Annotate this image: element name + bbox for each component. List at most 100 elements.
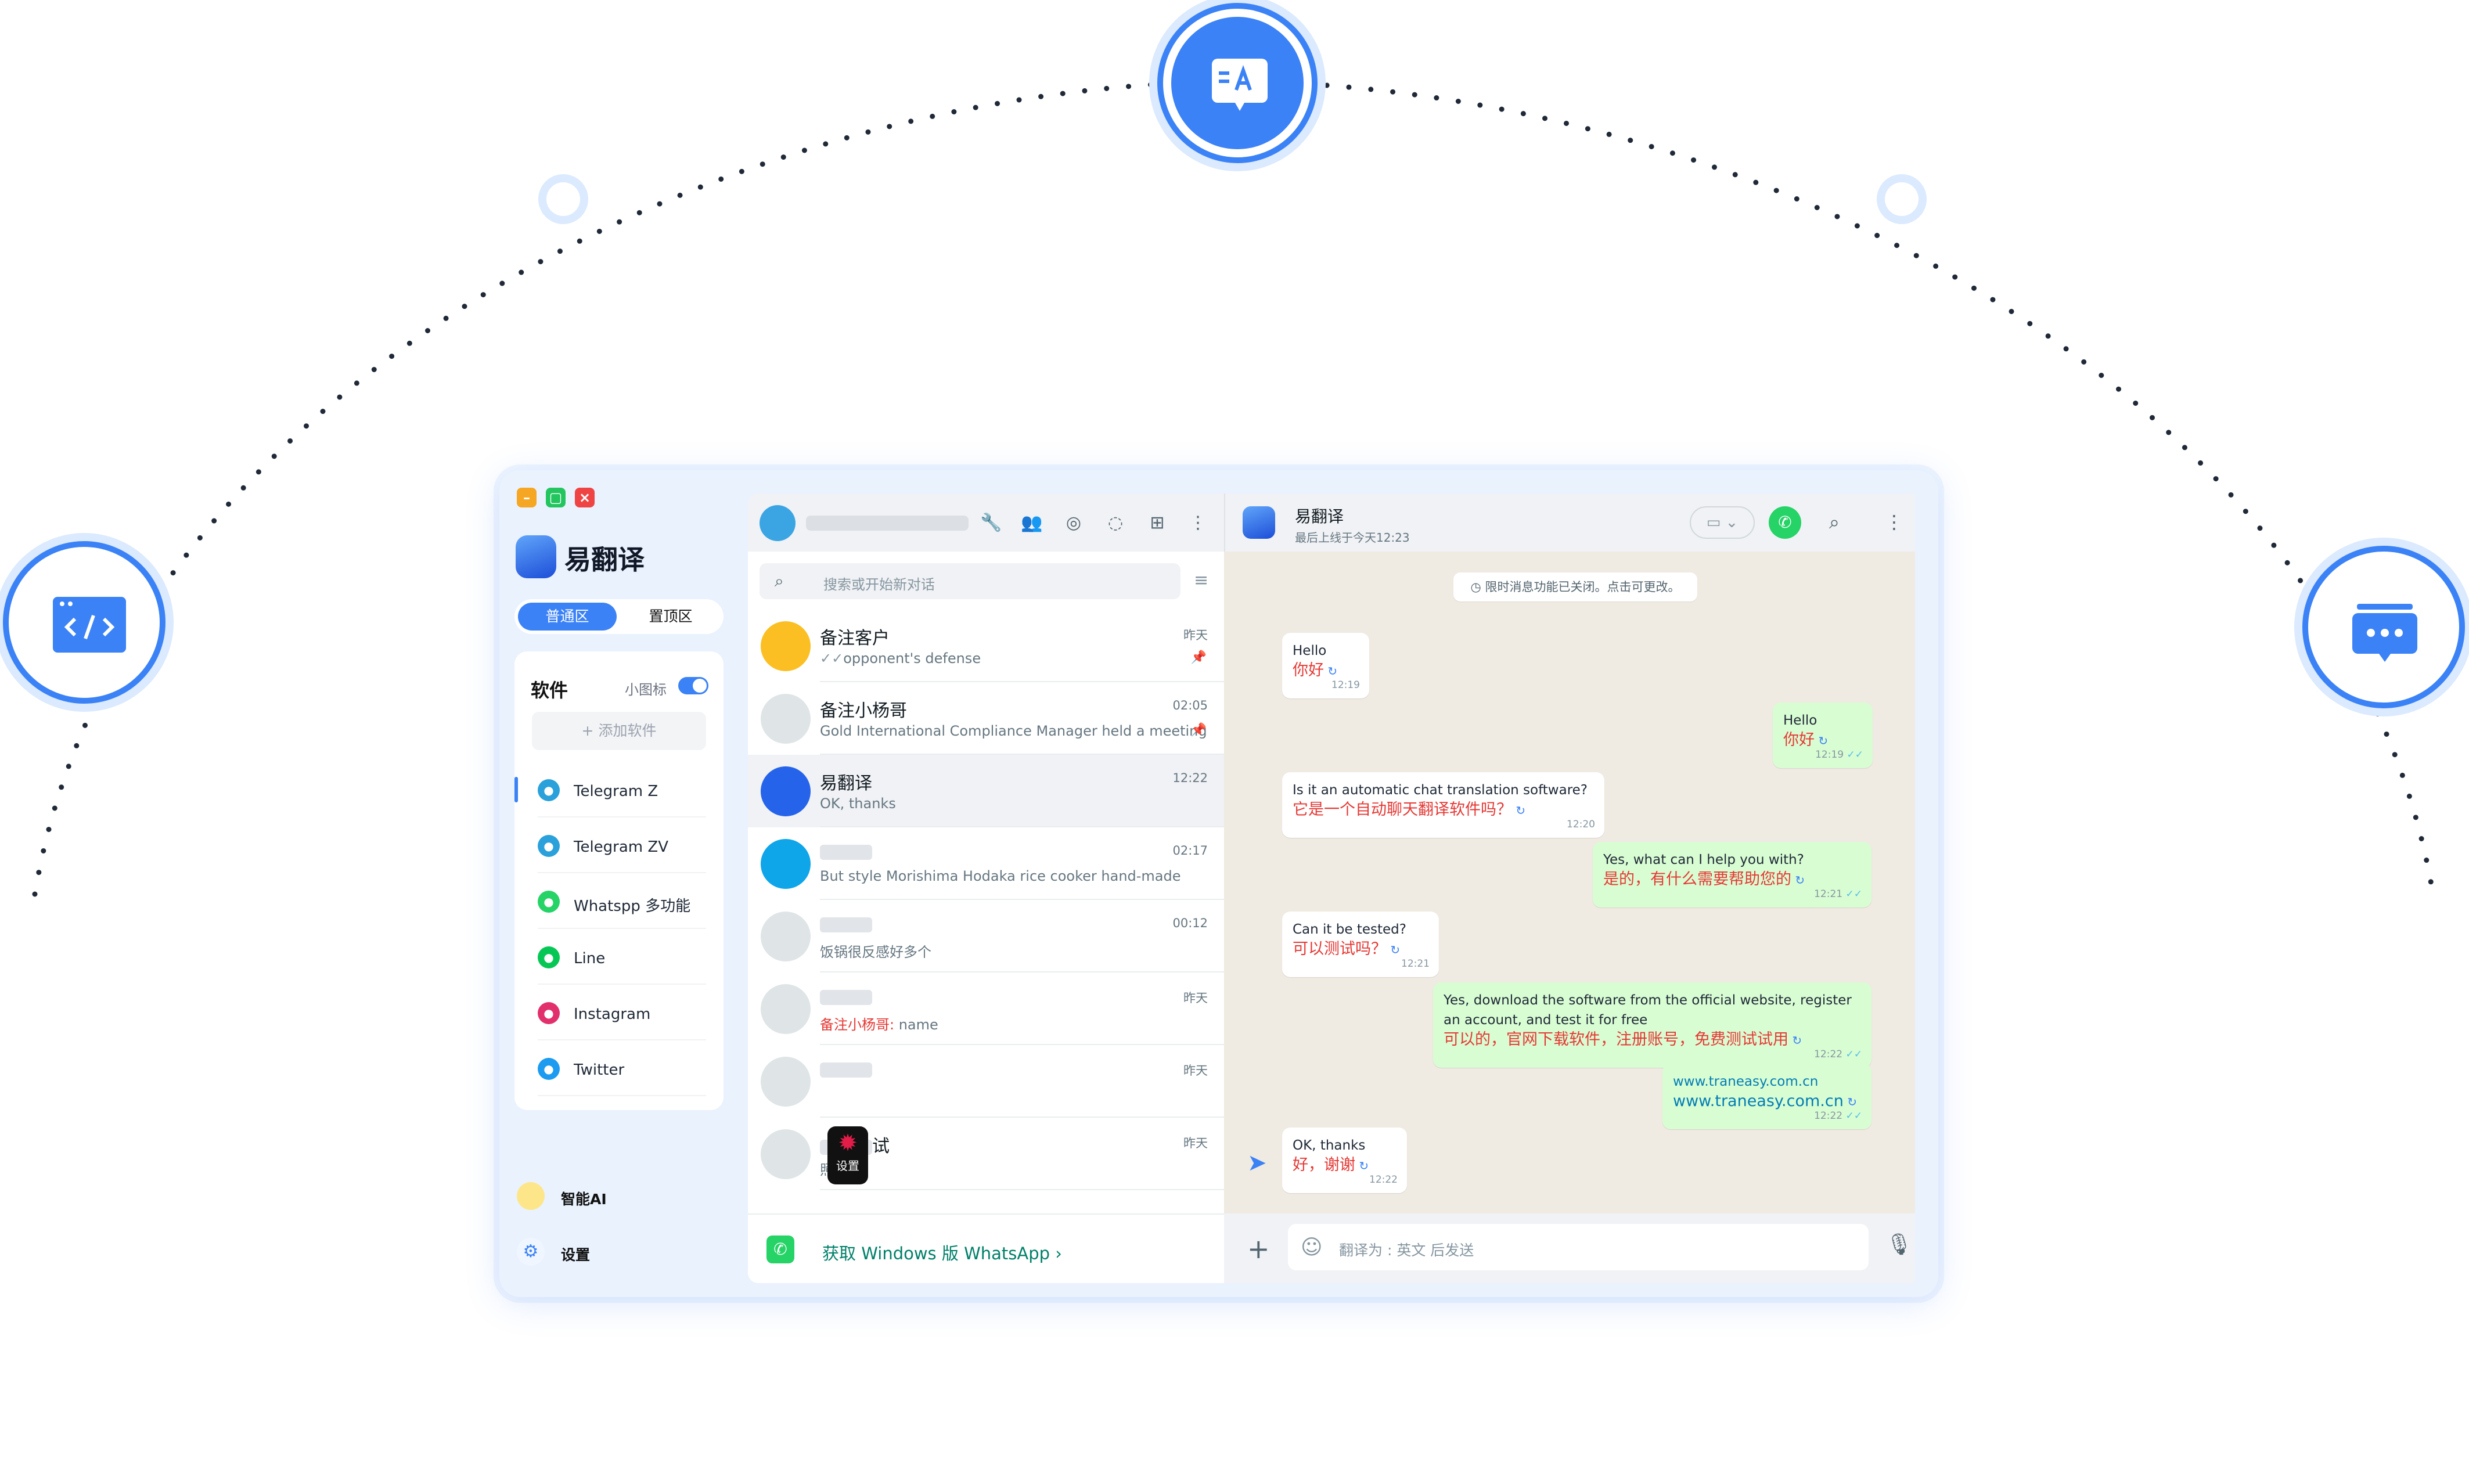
time-text: 12:22 bbox=[1369, 1174, 1398, 1186]
search-icon[interactable]: ⌕ bbox=[1829, 511, 1840, 534]
chat-time: 昨天 bbox=[1183, 991, 1208, 1005]
minimize-button[interactable]: – bbox=[517, 488, 537, 507]
channels-icon[interactable]: ◌ bbox=[1104, 512, 1126, 534]
filter-icon[interactable]: ≡ bbox=[1194, 570, 1208, 590]
communities-icon[interactable]: 👥 bbox=[1021, 512, 1043, 534]
avatar bbox=[761, 621, 811, 671]
settings-item[interactable]: ⚙ 设置 bbox=[517, 1234, 714, 1269]
outgoing-message[interactable]: Yes, download the software from the offi… bbox=[1433, 982, 1871, 1068]
read-check-icon: ✓✓ bbox=[1842, 888, 1862, 900]
software-item[interactable]: ● Instagram bbox=[514, 988, 724, 1040]
search-input[interactable]: 搜索或开始新对话 bbox=[823, 573, 935, 593]
get-whatsapp-link[interactable]: 获取 Windows 版 WhatsApp › bbox=[822, 1240, 1062, 1265]
contact-name[interactable]: 易翻译 bbox=[1295, 504, 1344, 527]
chat-time: 昨天 bbox=[1183, 1064, 1208, 1078]
chat-row[interactable]: 试照片昨天 bbox=[748, 1118, 1224, 1190]
time-text: 12:19 bbox=[1331, 679, 1360, 691]
tools-icon[interactable]: 🔧 bbox=[980, 512, 1002, 534]
gear-icon: ✹ bbox=[838, 1130, 858, 1157]
divider bbox=[538, 984, 706, 985]
search-box[interactable]: ⌕ 搜索或开始新对话 bbox=[760, 563, 1180, 599]
incoming-message[interactable]: Can it be tested? 可以测试吗？ ↻ 12:21 bbox=[1282, 912, 1439, 977]
message-time: 12:21 ✓✓ bbox=[1814, 884, 1862, 904]
telegram-icon: ● bbox=[538, 779, 560, 801]
message-placeholder: 翻译为 : 英文 后发送 bbox=[1339, 1242, 1474, 1259]
microphone-icon[interactable]: 🎙 bbox=[1886, 1232, 1913, 1256]
message-input[interactable]: ☺ 翻译为 : 英文 后发送 bbox=[1288, 1224, 1869, 1270]
chat-row[interactable]: 备注小杨哥 Gold International Compliance Manag… bbox=[748, 682, 1224, 755]
chat-row[interactable]: 备注小杨哥: name 昨天 bbox=[748, 972, 1224, 1045]
video-call-button[interactable]: ▭ ⌄ bbox=[1690, 506, 1755, 539]
software-label: Instagram bbox=[574, 1006, 651, 1023]
chat-row[interactable]: 备注客户 ✓✓opponent's defense 昨天 📌 bbox=[748, 610, 1224, 682]
chat-row[interactable]: 易翻译 OK, thanks 12:22 bbox=[748, 755, 1224, 827]
message-translation: 可以的，官网下载软件，注册账号，免费测试试用 ↻ bbox=[1444, 1030, 1861, 1050]
add-software-button[interactable]: + 添加软件 bbox=[532, 712, 706, 750]
software-item[interactable]: ● Telegram Z bbox=[514, 765, 724, 817]
smart-ai-item[interactable]: 智能AI bbox=[517, 1179, 714, 1213]
software-title: 软件 bbox=[531, 679, 568, 701]
chat-hub bbox=[2302, 546, 2465, 708]
incoming-message[interactable]: Is it an automatic chat translation soft… bbox=[1282, 772, 1604, 838]
translation-text: 可以测试吗？ bbox=[1293, 940, 1387, 958]
software-item[interactable]: ● Whatspp 多功能 bbox=[514, 877, 724, 929]
message-text: Can it be tested? bbox=[1293, 922, 1406, 937]
retranslate-icon[interactable]: ↻ bbox=[1791, 873, 1805, 887]
chat-name bbox=[820, 914, 872, 934]
chat-preview: 备注小杨哥: name bbox=[820, 1013, 938, 1033]
tab-normal-zone[interactable]: 普通区 bbox=[518, 603, 617, 631]
blurred-name bbox=[820, 917, 872, 932]
outgoing-message[interactable]: Yes, what can I help you with? 是的，有什么需要帮助… bbox=[1593, 842, 1871, 907]
outgoing-message[interactable]: www.traneasy.com.cn www.traneasy.com.cn ↻… bbox=[1662, 1064, 1871, 1129]
chat-preview: OK, thanks bbox=[820, 795, 896, 812]
chat-row[interactable]: 饭锅很反感好多个 00:12 bbox=[748, 900, 1224, 972]
outgoing-message[interactable]: Hello 你好 ↻ 12:19 ✓✓ bbox=[1773, 703, 1873, 768]
pin-icon: 📌 bbox=[1190, 650, 1207, 665]
disappearing-notice[interactable]: ◷ 限时消息功能已关闭。点击可更改。 bbox=[1453, 572, 1697, 601]
translation-text: 是的，有什么需要帮助您的 bbox=[1603, 870, 1791, 888]
close-button[interactable]: × bbox=[575, 488, 595, 507]
send-tool-icon[interactable]: ➤ bbox=[1247, 1150, 1267, 1176]
software-item[interactable]: ● Twitter bbox=[514, 1044, 724, 1096]
menu-icon[interactable]: ⋮ bbox=[1187, 512, 1209, 534]
incoming-message[interactable]: Hello 你好 ↻ 12:19 bbox=[1282, 633, 1369, 698]
chat-name: 易翻译 bbox=[820, 769, 872, 794]
translate-icon bbox=[1212, 59, 1268, 111]
small-icon-toggle[interactable] bbox=[678, 677, 708, 694]
status-icon[interactable]: ◎ bbox=[1063, 512, 1085, 534]
preview-text: Gold International Compliance Manager he… bbox=[820, 723, 1207, 739]
new-chat-icon[interactable]: ⊞ bbox=[1146, 512, 1168, 534]
get-whatsapp-banner[interactable]: ✆ 获取 Windows 版 WhatsApp › bbox=[748, 1213, 1224, 1283]
chat-preview: Gold International Compliance Manager he… bbox=[820, 723, 1207, 739]
software-item[interactable]: ● Line bbox=[514, 932, 724, 985]
chat-time: 02:17 bbox=[1172, 844, 1208, 858]
retranslate-icon[interactable]: ↻ bbox=[1387, 943, 1400, 957]
retranslate-icon[interactable]: ↻ bbox=[1512, 804, 1525, 817]
chat-name: 备注客户 bbox=[820, 624, 890, 649]
retranslate-icon[interactable]: ↻ bbox=[1788, 1033, 1802, 1047]
preview-text: But style Morishima Hodaka rice cooker h… bbox=[820, 868, 1181, 884]
settings-badge[interactable]: ✹ 设置 bbox=[827, 1126, 868, 1184]
software-item[interactable]: ● Telegram ZV bbox=[514, 821, 724, 873]
attach-icon[interactable]: + bbox=[1247, 1233, 1270, 1265]
emoji-icon[interactable]: ☺ bbox=[1301, 1236, 1323, 1259]
avatar bbox=[761, 912, 811, 961]
translation-text: 你好 bbox=[1783, 731, 1815, 749]
chat-row[interactable]: But style Morishima Hodaka rice cooker h… bbox=[748, 827, 1224, 900]
maximize-button[interactable]: ▢ bbox=[546, 488, 566, 507]
code-hub bbox=[3, 541, 165, 704]
translation-text: 它是一个自动聊天翻译软件吗？ bbox=[1293, 801, 1512, 819]
chat-name-text: 易翻译 bbox=[820, 773, 872, 794]
settings-badge-label: 设置 bbox=[836, 1159, 859, 1173]
contact-avatar[interactable] bbox=[1243, 506, 1275, 539]
chat-time: 12:22 bbox=[1172, 771, 1208, 785]
chat-time: 昨天 bbox=[1183, 628, 1208, 642]
profile-name-blurred bbox=[806, 516, 969, 531]
tab-pinned-zone[interactable]: 置顶区 bbox=[621, 603, 720, 631]
chat-row[interactable]: 昨天 bbox=[748, 1045, 1224, 1118]
menu-icon[interactable]: ⋮ bbox=[1885, 511, 1903, 533]
profile-avatar[interactable] bbox=[760, 505, 796, 541]
voice-call-button[interactable]: ✆ bbox=[1769, 506, 1801, 539]
retranslate-icon[interactable]: ↻ bbox=[1355, 1159, 1369, 1173]
incoming-message[interactable]: OK, thanks 好，谢谢 ↻ 12:22 bbox=[1282, 1128, 1407, 1193]
